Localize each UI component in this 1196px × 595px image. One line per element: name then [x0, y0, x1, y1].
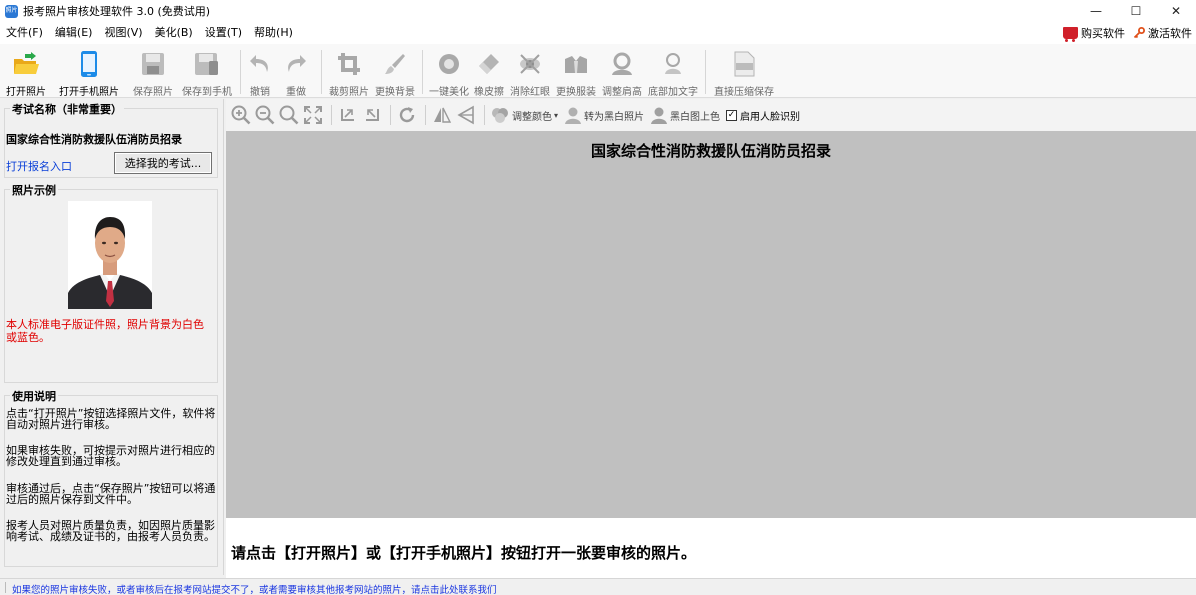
zoom-out-icon[interactable]: [254, 104, 276, 126]
rotate-left-icon[interactable]: [337, 104, 359, 126]
sample-note: 本人标准电子版证件照，照片背景为白色或蓝色。: [6, 318, 204, 344]
redo-icon: [282, 50, 310, 78]
toolbar-separator: [390, 105, 391, 125]
crop-photo-button[interactable]: 裁剪照片: [326, 44, 372, 98]
menu-file[interactable]: 文件(F): [0, 22, 49, 44]
status-bar: 如果您的照片审核失败，或者审核后在报考网站提交不了，或者需要审核其他报考网站的照…: [0, 578, 1196, 595]
menu-help[interactable]: 帮助(H): [248, 22, 299, 44]
menu-right: 购买软件 激活软件: [1063, 22, 1192, 44]
toolbar-separator: [331, 105, 332, 125]
save-photo-button[interactable]: 保存照片: [128, 44, 178, 98]
menu-edit[interactable]: 编辑(E): [49, 22, 99, 44]
rotate-right-icon[interactable]: [361, 104, 383, 126]
main-toolbar: 打开照片 打开手机照片 保存照片 保存到手机 撤销 重做 裁剪照片 更换背景 一…: [0, 44, 1196, 98]
activate-software-link[interactable]: 激活软件: [1133, 25, 1192, 41]
flip-horizontal-icon[interactable]: [431, 104, 453, 126]
crop-icon: [335, 50, 363, 78]
window-controls: — ☐ ✕: [1076, 0, 1196, 22]
convert-bw-button[interactable]: 转为黑白照片: [564, 106, 644, 124]
left-panel: 考试名称（非常重要） 国家综合性消防救援队伍消防员招录 打开报名入口 选择我的考…: [0, 99, 224, 575]
open-registration-link[interactable]: 打开报名入口: [6, 158, 72, 174]
select-exam-button[interactable]: 选择我的考试...: [114, 152, 212, 174]
remove-red-eye-button[interactable]: 消除红眼: [507, 44, 553, 98]
person-text-icon: [659, 50, 687, 78]
redo-button[interactable]: 重做: [275, 44, 317, 98]
usage-paragraph: 报考人员对照片质量负责，如因照片质量影响考试、成绩及证书的，由报考人员负责。: [6, 519, 215, 543]
flip-vertical-icon[interactable]: [455, 104, 477, 126]
close-button[interactable]: ✕: [1156, 0, 1196, 22]
red-eye-icon: [516, 50, 544, 78]
key-icon: [1133, 27, 1145, 39]
add-bottom-text-button[interactable]: 底部加文字: [645, 44, 701, 98]
usage-group-title: 使用说明: [10, 388, 58, 404]
open-phone-photo-button[interactable]: 打开手机照片: [50, 44, 128, 98]
palette-icon: [492, 108, 508, 123]
colorize-bw-button[interactable]: 黑白图上色: [650, 106, 720, 124]
toolbar-separator: [240, 50, 241, 94]
cart-icon: [1063, 27, 1078, 42]
fit-screen-icon[interactable]: [302, 104, 324, 126]
clothes-icon: [562, 50, 590, 78]
compress-save-button[interactable]: 直接压缩保存: [710, 44, 778, 98]
photo-canvas[interactable]: 国家综合性消防救援队伍消防员招录: [226, 131, 1196, 518]
title-bar: 照片 报考照片审核处理软件 3.0 (免费试用) — ☐ ✕: [0, 0, 1196, 22]
exam-name: 国家综合性消防救援队伍消防员招录: [6, 133, 182, 146]
face-detect-toggle[interactable]: ✓ 启用人脸识别: [726, 108, 800, 123]
canvas-exam-title: 国家综合性消防救援队伍消防员招录: [590, 142, 831, 160]
undo-button[interactable]: 撤销: [245, 44, 275, 98]
phone-icon: [75, 50, 103, 78]
save-to-phone-button[interactable]: 保存到手机: [178, 44, 236, 98]
change-background-button[interactable]: 更换背景: [372, 44, 418, 98]
undo-icon: [246, 50, 274, 78]
save-icon: [139, 50, 167, 78]
usage-paragraph: 如果审核失败，可按提示对照片进行相应的修改处理直到通过审核。: [6, 444, 215, 468]
exam-group-title: 考试名称（非常重要）: [10, 101, 124, 117]
toolbar-separator: [321, 50, 322, 94]
contact-us-link[interactable]: 如果您的照片审核失败，或者审核后在报考网站提交不了，或者需要审核其他报考网站的照…: [12, 582, 497, 595]
menu-settings[interactable]: 设置(T): [199, 22, 248, 44]
toolbar-separator: [425, 105, 426, 125]
person-icon: [565, 107, 582, 124]
sample-photo: [68, 201, 152, 309]
menu-view[interactable]: 视图(V): [98, 22, 148, 44]
buy-software-link[interactable]: 购买软件: [1063, 25, 1125, 42]
one-click-beautify-button[interactable]: 一键美化: [427, 44, 471, 98]
refresh-icon[interactable]: [396, 104, 418, 126]
change-clothes-button[interactable]: 更换服装: [553, 44, 599, 98]
open-photo-button[interactable]: 打开照片: [2, 44, 50, 98]
beautify-icon: [435, 50, 463, 78]
face-detect-checkbox[interactable]: ✓: [726, 109, 738, 121]
status-divider: [5, 582, 6, 593]
toolbar-separator: [484, 105, 485, 125]
jpg-file-icon: [730, 50, 758, 78]
hint-area: 请点击【打开照片】或【打开手机照片】按钮打开一张要审核的照片。: [226, 518, 1196, 578]
hint-text: 请点击【打开照片】或【打开手机照片】按钮打开一张要审核的照片。: [231, 544, 697, 562]
window-title: 报考照片审核处理软件 3.0 (免费试用): [23, 5, 211, 18]
usage-paragraph: 审核通过后，点击“保存照片”按钮可以将通过后的照片保存到文件中。: [6, 482, 216, 506]
zoom-in-icon[interactable]: [230, 104, 252, 126]
maximize-button[interactable]: ☐: [1116, 0, 1156, 22]
image-toolbar: 调整颜色 ▾ 转为黑白照片 黑白图上色 ✓ 启用人脸识别: [226, 99, 1196, 131]
toolbar-separator: [705, 50, 706, 94]
menu-bar: 文件(F) 编辑(E) 视图(V) 美化(B) 设置(T) 帮助(H) 购买软件…: [0, 22, 1196, 44]
adjust-shoulder-button[interactable]: 调整肩高: [599, 44, 645, 98]
person-color-icon: [651, 107, 668, 124]
shoulder-icon: [608, 50, 636, 78]
brush-icon: [381, 50, 409, 78]
app-icon: 照片: [5, 4, 18, 18]
eraser-button[interactable]: 橡皮擦: [471, 44, 507, 98]
chevron-down-icon: ▾: [554, 110, 559, 120]
folder-open-icon: [12, 50, 40, 78]
menu-beautify[interactable]: 美化(B): [149, 22, 199, 44]
eraser-icon: [475, 50, 503, 78]
sample-group-title: 照片示例: [10, 182, 58, 198]
zoom-reset-icon[interactable]: [278, 104, 300, 126]
usage-paragraph: 点击“打开照片”按钮选择照片文件，软件将自动对照片进行审核。: [6, 407, 216, 431]
toolbar-separator: [422, 50, 423, 94]
adjust-color-dropdown[interactable]: 调整颜色 ▾: [490, 106, 558, 124]
minimize-button[interactable]: —: [1076, 0, 1116, 22]
save-to-phone-icon: [193, 50, 221, 78]
